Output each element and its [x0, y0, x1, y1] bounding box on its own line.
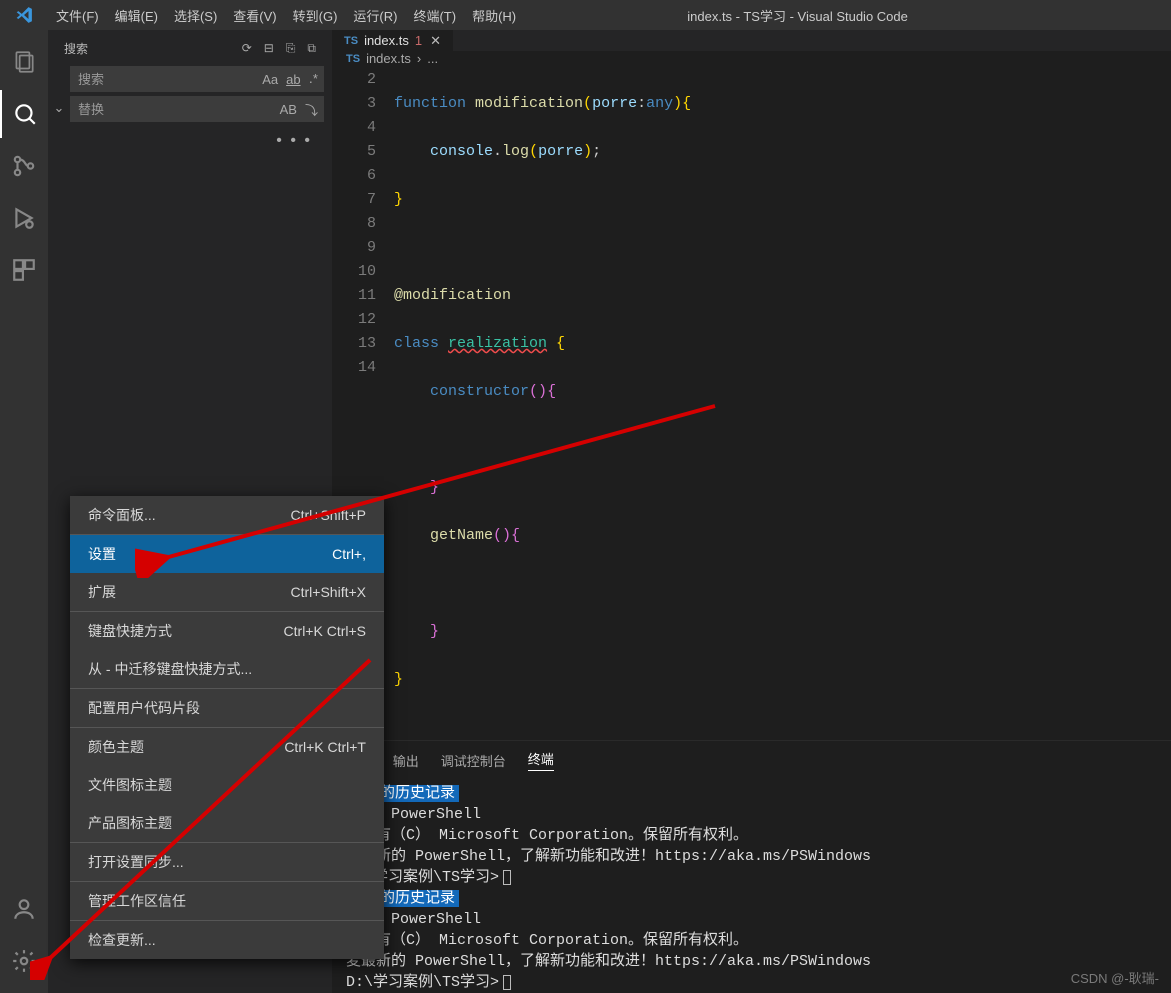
terminal[interactable]: 还原的历史记录 dows PowerShell又所有（C） Microsoft … — [332, 779, 1171, 993]
run-debug-icon[interactable] — [0, 194, 48, 242]
menu-run[interactable]: 运行(R) — [345, 0, 405, 30]
menubar: 文件(F) 编辑(E) 选择(S) 查看(V) 转到(G) 运行(R) 终端(T… — [48, 0, 524, 30]
breadcrumb-file: index.ts — [366, 51, 411, 66]
menu-terminal[interactable]: 终端(T) — [405, 0, 464, 30]
menu-item[interactable]: 从 - 中迁移键盘快捷方式... — [70, 650, 384, 688]
code-editor[interactable]: 234567891011121314 function modification… — [332, 66, 1171, 740]
menu-item[interactable]: 命令面板...Ctrl+Shift+P — [70, 496, 384, 534]
panel: 1 输出 调试控制台 终端 还原的历史记录 dows PowerShell又所有… — [332, 740, 1171, 993]
menu-select[interactable]: 选择(S) — [166, 0, 225, 30]
new-file-icon[interactable]: ⎘ — [286, 41, 296, 56]
explorer-icon[interactable] — [0, 38, 48, 86]
panel-tab-debug[interactable]: 调试控制台 — [441, 751, 506, 770]
close-icon[interactable]: ✕ — [430, 33, 441, 49]
tab-index-ts[interactable]: TS index.ts 1 ✕ — [332, 30, 454, 51]
preserve-case-icon[interactable]: AB — [280, 102, 297, 117]
menu-view[interactable]: 查看(V) — [225, 0, 284, 30]
settings-context-menu: 命令面板...Ctrl+Shift+P设置Ctrl+,扩展Ctrl+Shift+… — [70, 496, 384, 959]
dirty-indicator: 1 — [415, 33, 422, 48]
extensions-icon[interactable] — [0, 246, 48, 294]
account-icon[interactable] — [0, 885, 48, 933]
chevron-right-icon: › — [417, 51, 421, 66]
menu-file[interactable]: 文件(F) — [48, 0, 107, 30]
editor-area: TS index.ts 1 ✕ TS index.ts › ... 234567… — [332, 30, 1171, 993]
source-control-icon[interactable] — [0, 142, 48, 190]
vscode-logo-icon — [0, 6, 48, 24]
regex-icon[interactable]: ․* — [309, 71, 318, 87]
clear-icon[interactable]: ⊟ — [264, 41, 274, 56]
menu-item[interactable]: 扩展Ctrl+Shift+X — [70, 573, 384, 611]
panel-tabs: 1 输出 调试控制台 终端 — [332, 741, 1171, 779]
ts-icon: TS — [344, 35, 358, 47]
breadcrumb-rest: ... — [427, 51, 438, 66]
replace-all-icon[interactable]: ⤵ — [305, 100, 318, 119]
tab-label: index.ts — [364, 33, 409, 48]
menu-item[interactable]: 产品图标主题 — [70, 804, 384, 842]
menu-item[interactable]: 键盘快捷方式Ctrl+K Ctrl+S — [70, 612, 384, 650]
panel-tab-output[interactable]: 输出 — [393, 751, 419, 770]
menu-item[interactable]: 配置用户代码片段 — [70, 689, 384, 727]
window-title: index.ts - TS学习 - Visual Studio Code — [524, 6, 1071, 25]
search-panel-title: 搜索 — [64, 40, 88, 57]
code-content: function modification(porre:any){ consol… — [394, 68, 1171, 740]
panel-tab-terminal[interactable]: 终端 — [528, 749, 554, 771]
breadcrumb[interactable]: TS index.ts › ... — [332, 51, 1171, 66]
toggle-details-icon[interactable]: • • • — [70, 126, 324, 150]
editor-tabs: TS index.ts 1 ✕ — [332, 30, 1171, 51]
watermark: CSDN @-耿瑞- — [1071, 968, 1159, 987]
menu-help[interactable]: 帮助(H) — [464, 0, 524, 30]
match-whole-word-icon[interactable]: ab — [286, 72, 300, 87]
gear-icon[interactable] — [0, 937, 48, 985]
refresh-icon[interactable]: ⟳ — [242, 41, 252, 56]
menu-goto[interactable]: 转到(G) — [285, 0, 346, 30]
menu-item[interactable]: 设置Ctrl+, — [70, 535, 384, 573]
menu-item[interactable]: 打开设置同步... — [70, 843, 384, 881]
menu-item[interactable]: 颜色主题Ctrl+K Ctrl+T — [70, 728, 384, 766]
menu-edit[interactable]: 编辑(E) — [107, 0, 166, 30]
ts-icon: TS — [346, 53, 360, 65]
chevron-down-icon[interactable]: ⌄ — [48, 100, 70, 116]
collapse-icon[interactable]: ⧉ — [307, 41, 316, 56]
menu-item[interactable]: 管理工作区信任 — [70, 882, 384, 920]
search-icon[interactable] — [0, 90, 48, 138]
activity-bar — [0, 30, 48, 993]
menu-item[interactable]: 检查更新... — [70, 921, 384, 959]
titlebar: 文件(F) 编辑(E) 选择(S) 查看(V) 转到(G) 运行(R) 终端(T… — [0, 0, 1171, 30]
menu-item[interactable]: 文件图标主题 — [70, 766, 384, 804]
match-case-icon[interactable]: Aa — [262, 72, 278, 87]
search-panel-header: 搜索 ⟳ ⊟ ⎘ ⧉ — [48, 30, 332, 66]
